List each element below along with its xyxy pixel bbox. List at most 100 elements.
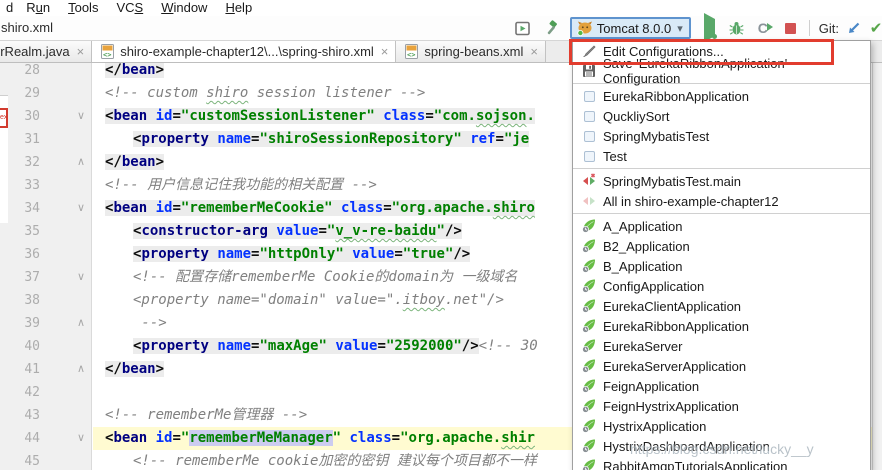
debug-button[interactable] xyxy=(726,17,748,39)
fold-marker-icon[interactable]: ∨ xyxy=(72,105,90,128)
tab-close-icon[interactable]: × xyxy=(381,44,389,59)
code-text: <!-- 用户信息记住我功能的相关配置 --> xyxy=(105,174,377,197)
spring-boot-icon xyxy=(581,358,597,374)
menu-item-springmybatistest[interactable]: SpringMybatisTest xyxy=(573,126,870,146)
fold-marker-icon[interactable]: ∨ xyxy=(72,266,90,289)
spring-boot-icon xyxy=(581,378,597,394)
menu-bar: dRunToolsVCSWindowHelp xyxy=(0,0,882,16)
run-with-coverage-button[interactable]: C xyxy=(752,17,774,39)
menu-item-label: A_Application xyxy=(603,219,683,234)
fold-marker-icon[interactable]: ∧ xyxy=(72,358,90,381)
junit-run-faded-icon xyxy=(590,197,595,205)
coverage-icon: C xyxy=(758,20,768,36)
junit-run-faded-icon xyxy=(581,193,597,209)
menu-item-label: EurekaServer xyxy=(603,339,682,354)
editor-scrollbar[interactable] xyxy=(872,63,882,470)
menu-item-all-in-shiro-example-chapter12[interactable]: All in shiro-example-chapter12 xyxy=(573,191,870,211)
menu-item-save-eurekaribbonapplication-configuration[interactable]: Save 'EurekaRibbonApplication' Configura… xyxy=(573,61,870,81)
menu-item-test[interactable]: Test xyxy=(573,146,870,166)
menu-item-hystrixdashboardapplication[interactable]: HystrixDashboardApplication xyxy=(573,436,870,456)
spring-boot-icon xyxy=(581,418,597,434)
menu-item-rabbitamqptutorialsapplication[interactable]: RabbitAmqpTutorialsApplication xyxy=(573,456,870,470)
run-configuration-label: Tomcat 8.0.0 xyxy=(597,21,671,36)
run-configuration-selector[interactable]: Tomcat 8.0.0 ▾ xyxy=(570,17,691,39)
code-fragment: </bean> xyxy=(105,361,164,377)
toolbar-separator xyxy=(809,20,810,36)
menu-item-feignhystrixapplication[interactable]: FeignHystrixApplication xyxy=(573,396,870,416)
tab-close-icon[interactable]: × xyxy=(530,44,538,59)
run-button[interactable] xyxy=(699,17,721,39)
menu-item-label: Save 'EurekaRibbonApplication' Configura… xyxy=(603,56,862,86)
code-fragment: </bean> xyxy=(105,63,164,78)
git-update-button[interactable] xyxy=(843,17,865,39)
tab-close-icon[interactable]: × xyxy=(77,44,85,59)
pencil-icon xyxy=(585,46,595,56)
menu-item-eurekaclientapplication[interactable]: EurekaClientApplication xyxy=(573,296,870,316)
spring-boot-icon xyxy=(581,278,597,294)
menu-item-eurekaribbonapplication[interactable]: EurekaRibbonApplication xyxy=(573,316,870,336)
code-text: <constructor-arg value="v_v-re-baidu"/> xyxy=(105,220,462,243)
line-number: 36 xyxy=(0,243,40,266)
xml-file-icon: <> xyxy=(100,44,115,59)
git-commit-button[interactable]: ✔ xyxy=(865,17,882,39)
code-text: <bean id="rememberMeCookie" class="org.a… xyxy=(105,197,535,220)
menu-item-label: FeignHystrixApplication xyxy=(603,399,739,414)
menu-item-eurekaribbonapplication[interactable]: EurekaRibbonApplication xyxy=(573,86,870,106)
tab-errealm-java[interactable]: erRealm.java× xyxy=(0,41,92,62)
menubar-item-run[interactable]: Run xyxy=(17,0,59,16)
fold-marker-icon[interactable]: ∧ xyxy=(72,151,90,174)
menu-item-feignapplication[interactable]: FeignApplication xyxy=(573,376,870,396)
fold-marker-icon[interactable]: ∨ xyxy=(72,197,90,220)
menu-item-b2-application[interactable]: B2_Application xyxy=(573,236,870,256)
run-icon xyxy=(704,19,715,37)
fold-marker-icon[interactable]: ∨ xyxy=(72,427,90,450)
spring-boot-icon xyxy=(581,438,597,454)
menu-item-eurekaserver[interactable]: EurekaServer xyxy=(573,336,870,356)
ide-window: dRunToolsVCSWindowHelp shiro.xml xyxy=(0,0,882,470)
stop-button[interactable] xyxy=(780,17,802,39)
code-text: </bean> xyxy=(105,63,164,82)
spring-boot-icon xyxy=(581,418,597,434)
junit-run-icon xyxy=(592,174,595,177)
menu-item-eurekaserverapplication[interactable]: EurekaServerApplication xyxy=(573,356,870,376)
line-number: 35 xyxy=(0,220,40,243)
menubar-item-d[interactable]: d xyxy=(0,0,17,16)
code-text: <bean id="customSessionListener" class="… xyxy=(105,105,535,128)
menu-item-b-application[interactable]: B_Application xyxy=(573,256,870,276)
menu-item-label: All in shiro-example-chapter12 xyxy=(603,194,779,209)
breadcrumb[interactable]: shiro.xml xyxy=(1,20,53,35)
menu-item-quckliysort[interactable]: QuckliySort xyxy=(573,106,870,126)
code-fragment: <property name="httpOnly" value="true"/> xyxy=(133,246,470,262)
code-text: --> xyxy=(105,312,167,335)
code-fragment: <bean id="customSessionListener" class="… xyxy=(105,108,535,124)
line-number: 45 xyxy=(0,450,40,470)
menu-item-springmybatistest-main[interactable]: SpringMybatisTest.main xyxy=(573,171,870,191)
chevron-down-icon: ▾ xyxy=(677,22,683,35)
fold-marker-icon[interactable]: ∧ xyxy=(72,312,90,335)
menu-item-a-application[interactable]: A_Application xyxy=(573,216,870,236)
show-run-window-icon xyxy=(515,21,530,36)
spring-boot-icon xyxy=(581,398,597,414)
code-text: <property name="domain" value=".itboy.ne… xyxy=(105,289,504,312)
code-text: <!-- custom shiro session listener --> xyxy=(105,82,425,105)
menu-item-configapplication[interactable]: ConfigApplication xyxy=(573,276,870,296)
menu-item-label: RabbitAmqpTutorialsApplication xyxy=(603,459,788,470)
menubar-item-window[interactable]: Window xyxy=(152,0,216,16)
spring-boot-icon xyxy=(581,218,597,234)
pencil-icon xyxy=(581,43,597,59)
spring-boot-icon xyxy=(581,318,597,334)
menubar-item-tools[interactable]: Tools xyxy=(59,0,107,16)
xml-file-icon: <> xyxy=(403,44,419,60)
code-text: <!-- rememberMe管理器 --> xyxy=(105,404,307,427)
menu-item-hystrixapplication[interactable]: HystrixApplication xyxy=(573,416,870,436)
tab-spring-beans-xml[interactable]: <>spring-beans.xml× xyxy=(396,41,546,62)
menubar-item-help[interactable]: Help xyxy=(216,0,261,16)
menu-item-label: EurekaClientApplication xyxy=(603,299,741,314)
build-project-button[interactable] xyxy=(540,17,562,39)
show-run-window-button[interactable] xyxy=(512,17,534,39)
xml-file-icon: <> xyxy=(407,51,415,59)
menu-item-label: SpringMybatisTest.main xyxy=(603,174,741,189)
menubar-item-vcs[interactable]: VCS xyxy=(107,0,152,16)
tab-shiro-example-chapter12-spring-shiro-xml[interactable]: <>shiro-example-chapter12\...\spring-shi… xyxy=(92,41,396,62)
temp-config-icon xyxy=(584,151,595,162)
